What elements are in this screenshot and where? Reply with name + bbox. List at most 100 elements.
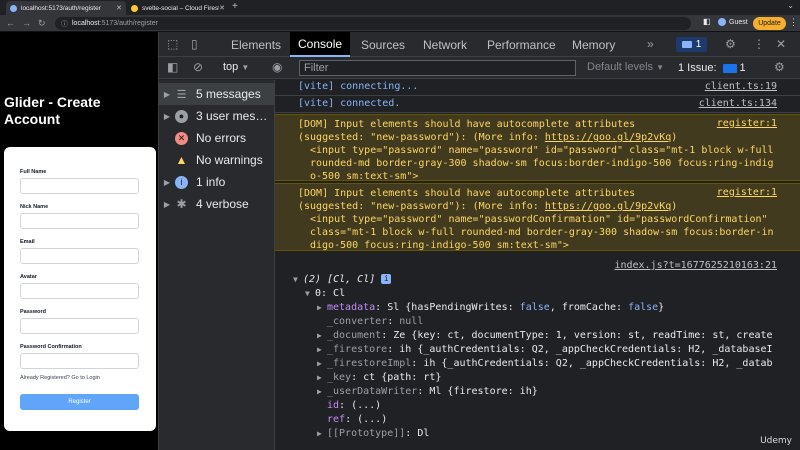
prop-document[interactable]: ▶ _document: Ze {key: ct, documentType: 1… — [317, 329, 773, 343]
warning-code[interactable]: <input type="password" name="password" i… — [310, 144, 774, 157]
url-input[interactable]: ⓘ localhost:5173/auth/register — [55, 17, 691, 30]
message-text: [vite] connected. — [298, 98, 401, 109]
message-icon — [681, 41, 692, 48]
sidebar-item-label: No errors — [196, 131, 247, 145]
tab-sources[interactable]: Sources — [353, 32, 413, 57]
item-label: 0: Cl — [315, 288, 346, 299]
list-icon: ☰ — [176, 88, 187, 101]
password-confirmation-input[interactable] — [20, 353, 139, 369]
email-input[interactable] — [20, 248, 139, 264]
tab-performance[interactable]: Performance — [479, 32, 564, 57]
close-icon[interactable]: ✕ — [116, 4, 122, 12]
prop-firestore[interactable]: ▶ _firestore: ih {_authCredentials: Q2, _… — [317, 343, 773, 357]
source-link[interactable]: index.js?t=1677625210163:21 — [614, 260, 777, 271]
menu-icon[interactable]: ⋮ — [789, 17, 798, 28]
new-tab-button[interactable]: + — [232, 1, 238, 13]
filter-input[interactable]: Filter — [299, 60, 576, 76]
prop-key: _key — [327, 372, 352, 383]
firebase-icon — [131, 4, 138, 12]
more-tabs-icon[interactable]: » — [647, 37, 654, 51]
sidebar-item-warnings[interactable]: ▲ No warnings — [159, 149, 275, 171]
full-name-input[interactable] — [20, 178, 139, 194]
close-icon[interactable]: ✕ — [776, 37, 786, 51]
chevron-down-icon[interactable]: ⌄ — [787, 1, 794, 10]
prop-metadata[interactable]: ▶ metadata: Sl {hasPendingWrites: false, … — [317, 301, 664, 315]
triangle-down-icon: ▼ — [656, 63, 665, 72]
forward-button[interactable]: → — [22, 17, 31, 29]
source-link[interactable]: register:1 — [717, 187, 777, 198]
prop-key[interactable]: ▶ _key: ct {path: rt} — [317, 371, 441, 385]
password-input[interactable] — [20, 318, 139, 334]
tab-elements[interactable]: Elements — [223, 32, 289, 57]
warning-code[interactable]: rounded-md border-gray-300 shadow-sm foc… — [310, 157, 774, 170]
issues-count: 1 — [739, 62, 746, 74]
warning-text-part: (suggested: "new-password"): (More info: — [298, 201, 545, 212]
log-levels-dropdown[interactable]: Default levels ▼ — [587, 61, 664, 73]
tab-memory[interactable]: Memory — [564, 32, 623, 57]
prop-key: ref — [327, 414, 346, 425]
tab-console[interactable]: Console — [290, 32, 351, 57]
source-link[interactable]: client.ts:19 — [705, 81, 777, 92]
console-sidebar: ▶ ☰ 5 messages ▶ ● 3 user mes… ✕ No erro… — [159, 80, 275, 450]
sidebar-item-info[interactable]: ▶ i 1 info — [159, 171, 275, 193]
back-button[interactable]: ← — [6, 17, 15, 29]
sidebar-item-errors[interactable]: ✕ No errors — [159, 127, 275, 149]
reload-button[interactable]: ↻ — [38, 17, 46, 29]
sidebar-item-user-messages[interactable]: ▶ ● 3 user mes… — [159, 105, 275, 127]
browser-tab-firestore[interactable]: svelte-social – Cloud Firestore ✕ — [127, 1, 229, 15]
warning-code[interactable]: o-500 sm:text-sm"> — [310, 170, 418, 183]
more-info-link[interactable]: https://goo.gl/9p2vKq — [545, 201, 671, 212]
browser-tab-register[interactable]: localhost:5173/auth/register ✕ — [6, 1, 126, 15]
more-options-icon[interactable]: ⋮ — [753, 37, 765, 51]
array-item-0[interactable]: ▼ 0: Cl — [305, 287, 345, 301]
prop-value: Ml {firestore: ih} — [429, 386, 538, 397]
url-host: localhost — [72, 20, 100, 27]
sidebar-item-messages[interactable]: ▶ ☰ 5 messages — [159, 83, 275, 105]
prop-user-data-writer[interactable]: ▶ _userDataWriter: Ml {firestore: ih} — [317, 385, 538, 399]
close-icon[interactable]: ✕ — [219, 4, 225, 12]
settings-icon[interactable]: ⚙ — [725, 37, 736, 51]
avatar-input[interactable] — [20, 283, 139, 299]
side-panel-icon[interactable]: ◧ — [703, 17, 711, 26]
source-link[interactable]: client.ts:134 — [699, 98, 777, 109]
eye-icon[interactable]: ◉ — [272, 61, 282, 74]
device-toolbar-icon[interactable]: ▯ — [191, 37, 198, 51]
messages-badge[interactable]: 1 — [676, 37, 707, 52]
prop-firestore-impl[interactable]: ▶ _firestoreImpl: ih {_authCredentials: Q… — [317, 357, 773, 371]
array-node[interactable]: ▼ (2) [Cl, Cl] i — [293, 273, 392, 287]
issues-button[interactable]: 1 Issue: 1 — [678, 60, 756, 76]
source-link[interactable]: register:1 — [717, 118, 777, 129]
sidebar-toggle-icon[interactable]: ◧ — [167, 61, 178, 74]
warning-code[interactable]: digo-500 focus:ring-indigo-500 sm:text-s… — [310, 239, 569, 252]
info-icon[interactable]: ⓘ — [61, 19, 68, 29]
console-settings-icon[interactable]: ⚙ — [774, 61, 785, 74]
error-icon: ✕ — [175, 131, 188, 145]
console-message: [vite] connecting... client.ts:19 — [275, 80, 800, 96]
warning-code[interactable]: class="mt-1 block w-full rounded-md bord… — [310, 226, 774, 239]
update-button[interactable]: Update — [753, 17, 786, 30]
prop-ref[interactable]: ref: (...) — [327, 413, 387, 427]
profile-button[interactable]: Guest — [718, 18, 748, 26]
triangle-right-icon: ▶ — [317, 345, 322, 354]
login-link[interactable]: Already Registered? Go to Login — [20, 375, 100, 381]
nick-name-input[interactable] — [20, 213, 139, 229]
prop-id[interactable]: id: (...) — [327, 399, 381, 413]
sidebar-item-verbose[interactable]: ▶ ✱ 4 verbose — [159, 193, 275, 215]
browser-tab-label: svelte-social – Cloud Firestore — [142, 4, 219, 12]
clear-console-icon[interactable]: ⊘ — [193, 61, 203, 74]
globe-icon — [10, 4, 17, 12]
page-viewport: Glider - Create Account Full Name Nick N… — [0, 32, 158, 450]
tab-network[interactable]: Network — [415, 32, 475, 57]
warning-icon: ▲ — [175, 153, 188, 167]
avatar — [718, 18, 726, 26]
page-title: Glider - Create Account — [4, 94, 101, 127]
inspect-element-icon[interactable]: ⬚ — [167, 37, 178, 51]
register-button[interactable]: Register — [20, 394, 139, 410]
context-select[interactable]: top ▼ — [223, 61, 249, 73]
more-info-link[interactable]: https://goo.gl/9p2vKq — [545, 132, 671, 143]
warning-code[interactable]: <input type="password" name="passwordCon… — [310, 213, 768, 226]
prop-value: Dl — [417, 428, 430, 439]
prop-value: (...) — [357, 414, 388, 425]
prop-prototype[interactable]: ▶ [[Prototype]]: Dl — [317, 427, 429, 441]
info-icon[interactable]: i — [381, 274, 392, 284]
